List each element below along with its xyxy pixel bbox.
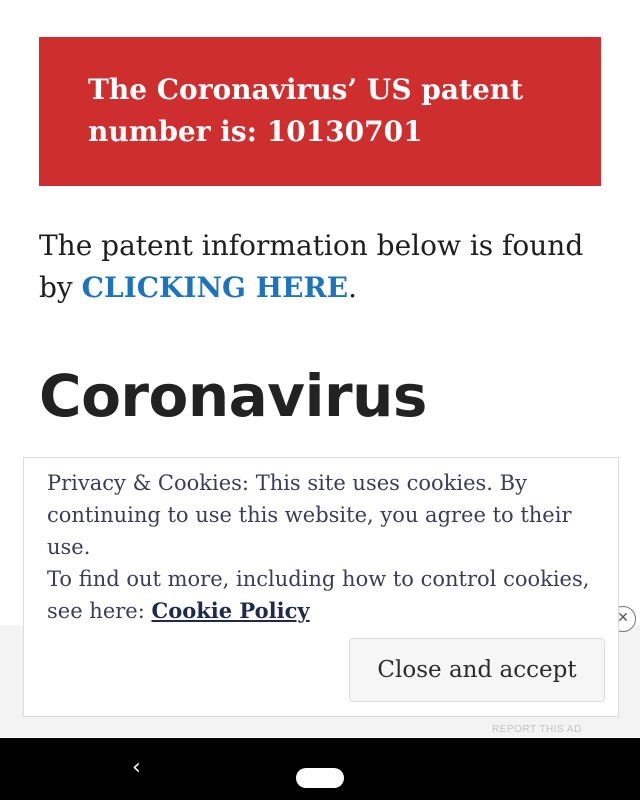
clicking-here-link[interactable]: CLICKING HERE xyxy=(82,271,348,304)
page-heading: Coronavirus xyxy=(39,362,427,430)
back-icon[interactable]: ‹ xyxy=(132,756,141,780)
cookie-line-1: Privacy & Cookies: This site uses cookie… xyxy=(47,471,572,559)
close-and-accept-button[interactable]: Close and accept xyxy=(349,638,605,702)
cookie-notice: Privacy & Cookies: This site uses cookie… xyxy=(23,457,619,717)
report-ad-link[interactable]: REPORT THIS AD xyxy=(492,724,582,735)
banner-text: The Coronavirus’ US patent number is: 10… xyxy=(88,73,524,148)
android-nav-bar: ‹ xyxy=(0,738,640,800)
cookie-policy-link[interactable]: Cookie Policy xyxy=(151,598,309,623)
home-pill-icon[interactable] xyxy=(296,768,344,788)
intro-suffix: . xyxy=(348,271,358,304)
patent-banner: The Coronavirus’ US patent number is: 10… xyxy=(39,37,601,186)
intro-paragraph: The patent information below is found by… xyxy=(39,225,599,309)
cookie-text: Privacy & Cookies: This site uses cookie… xyxy=(47,467,602,627)
cookie-line-2: To find out more, including how to contr… xyxy=(47,567,590,623)
